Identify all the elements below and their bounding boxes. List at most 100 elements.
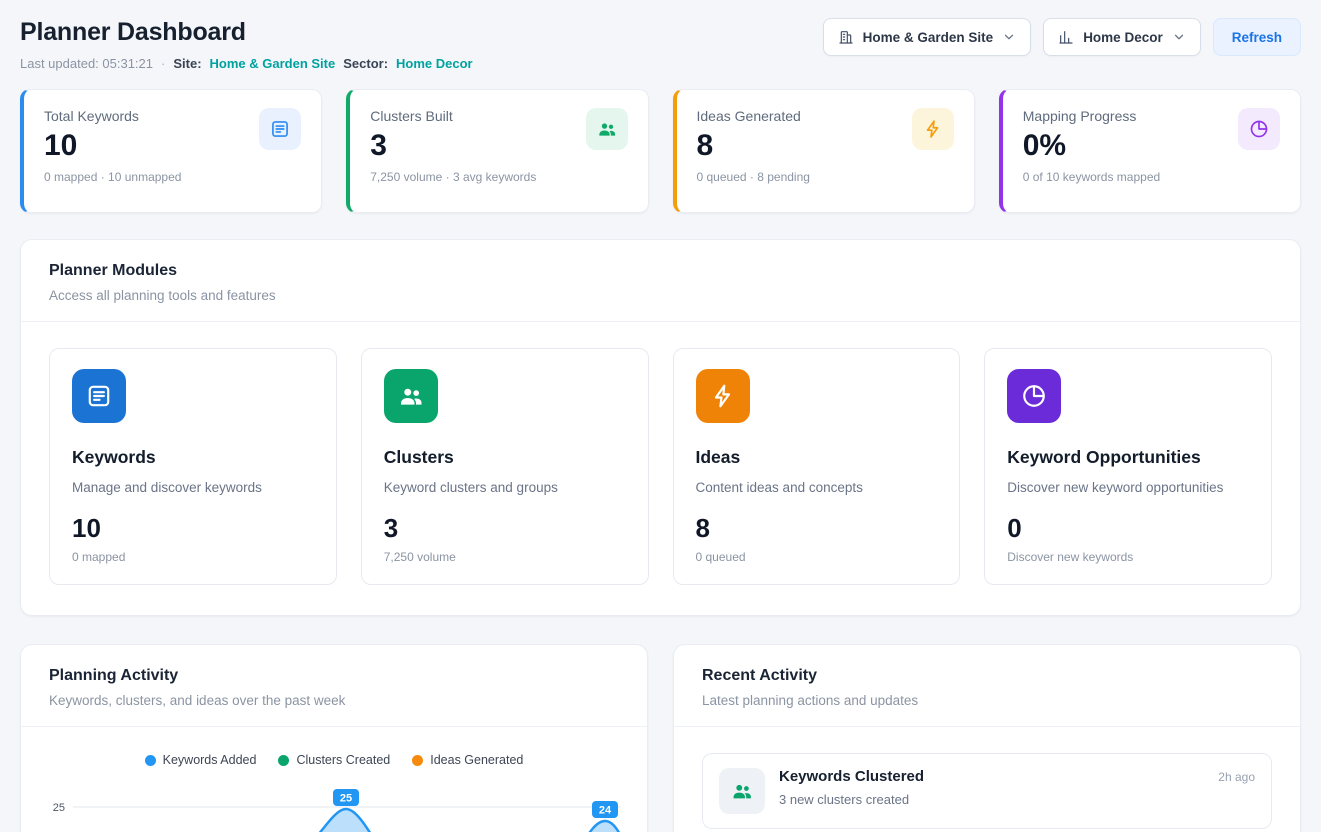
legend-dot bbox=[412, 755, 423, 766]
recent-activity-subtitle: Latest planning actions and updates bbox=[702, 693, 1272, 708]
legend-item-ideas-generated: Ideas Generated bbox=[412, 753, 523, 767]
planner-dashboard-page: Planner Dashboard Last updated: 05:31:21… bbox=[0, 0, 1321, 832]
module-title: Ideas bbox=[696, 447, 938, 468]
point-label-badge: 25 bbox=[333, 789, 359, 806]
module-value: 0 bbox=[1007, 513, 1249, 544]
planning-activity-subtitle: Keywords, clusters, and ideas over the p… bbox=[49, 693, 619, 708]
recent-item-time: 2h ago bbox=[1218, 770, 1255, 784]
sector-selector-label: Home Decor bbox=[1083, 30, 1163, 45]
legend-label: Keywords Added bbox=[163, 753, 257, 767]
recent-activity-card: Recent Activity Latest planning actions … bbox=[673, 644, 1301, 832]
recent-activity-item: Keywords Clustered 2h ago 3 new clusters… bbox=[702, 753, 1272, 829]
meta-line: Last updated: 05:31:21 · Site: Home & Ga… bbox=[20, 56, 473, 71]
sector-label: Sector: bbox=[343, 56, 388, 71]
stat-value: 8 bbox=[697, 129, 810, 163]
site-selector[interactable]: Home & Garden Site bbox=[823, 18, 1032, 56]
stat-cards-row: Total Keywords 10 0 mapped · 10 unmapped… bbox=[20, 89, 1301, 213]
module-card-ideas[interactable]: Ideas Content ideas and concepts 8 0 que… bbox=[673, 348, 961, 585]
svg-text:24: 24 bbox=[599, 805, 612, 817]
module-value: 10 bbox=[72, 513, 314, 544]
module-card-keywords[interactable]: Keywords Manage and discover keywords 10… bbox=[49, 348, 337, 585]
module-card-keyword-opportunities[interactable]: Keyword Opportunities Discover new keywo… bbox=[984, 348, 1272, 585]
document-icon bbox=[72, 369, 126, 423]
page-title: Planner Dashboard bbox=[20, 18, 473, 47]
stat-label: Clusters Built bbox=[370, 108, 536, 124]
stat-card-clusters-built: Clusters Built 3 7,250 volume · 3 avg ke… bbox=[346, 89, 648, 213]
sector-selector[interactable]: Home Decor bbox=[1043, 18, 1201, 56]
svg-text:25: 25 bbox=[340, 793, 352, 805]
group-icon bbox=[586, 108, 628, 150]
modules-title: Planner Modules bbox=[49, 262, 1272, 280]
module-card-clusters[interactable]: Clusters Keyword clusters and groups 3 7… bbox=[361, 348, 649, 585]
stat-sub: 0 mapped · 10 unmapped bbox=[44, 170, 181, 184]
module-title: Clusters bbox=[384, 447, 626, 468]
module-value: 3 bbox=[384, 513, 626, 544]
legend-dot bbox=[145, 755, 156, 766]
site-link[interactable]: Home & Garden Site bbox=[210, 56, 336, 71]
recent-item-title: Keywords Clustered bbox=[779, 768, 924, 785]
area-chart: 25 25 24 bbox=[31, 775, 623, 832]
stat-card-text: Clusters Built 3 7,250 volume · 3 avg ke… bbox=[370, 108, 536, 196]
group-icon bbox=[384, 369, 438, 423]
chevron-down-icon bbox=[1002, 30, 1016, 44]
site-selector-label: Home & Garden Site bbox=[863, 30, 994, 45]
last-updated-text: Last updated: 05:31:21 bbox=[20, 56, 153, 71]
module-description: Manage and discover keywords bbox=[72, 480, 314, 495]
y-axis-tick: 25 bbox=[53, 802, 65, 814]
planning-activity-card: Planning Activity Keywords, clusters, an… bbox=[20, 644, 648, 832]
stat-card-text: Total Keywords 10 0 mapped · 10 unmapped bbox=[44, 108, 181, 196]
stat-sub: 0 of 10 keywords mapped bbox=[1023, 170, 1160, 184]
keywords-added-area bbox=[61, 809, 623, 832]
building-icon bbox=[838, 29, 854, 45]
bar-chart-icon bbox=[1058, 29, 1074, 45]
group-icon bbox=[719, 768, 765, 814]
stat-value: 0% bbox=[1023, 129, 1160, 163]
page-header-controls: Home & Garden Site Home Decor Refresh bbox=[823, 18, 1301, 56]
modules-header: Planner Modules Access all planning tool… bbox=[21, 240, 1300, 321]
pie-chart-icon bbox=[1238, 108, 1280, 150]
bolt-icon bbox=[912, 108, 954, 150]
stat-sub: 7,250 volume · 3 avg keywords bbox=[370, 170, 536, 184]
planning-activity-chart: 25 25 24 bbox=[21, 767, 647, 832]
module-description: Content ideas and concepts bbox=[696, 480, 938, 495]
legend-label: Clusters Created bbox=[296, 753, 390, 767]
recent-activity-header: Recent Activity Latest planning actions … bbox=[674, 645, 1300, 726]
refresh-button[interactable]: Refresh bbox=[1213, 18, 1301, 56]
stat-card-mapping-progress: Mapping Progress 0% 0 of 10 keywords map… bbox=[999, 89, 1301, 213]
stat-sub: 0 queued · 8 pending bbox=[697, 170, 810, 184]
recent-activity-title: Recent Activity bbox=[702, 667, 1272, 685]
recent-activity-list: Keywords Clustered 2h ago 3 new clusters… bbox=[674, 727, 1300, 832]
module-sub: Discover new keywords bbox=[1007, 550, 1249, 564]
bottom-row: Planning Activity Keywords, clusters, an… bbox=[20, 644, 1301, 832]
meta-separator: · bbox=[161, 56, 165, 71]
legend-item-clusters-created: Clusters Created bbox=[278, 753, 390, 767]
chevron-down-icon bbox=[1172, 30, 1186, 44]
site-label: Site: bbox=[173, 56, 201, 71]
planning-activity-header: Planning Activity Keywords, clusters, an… bbox=[21, 645, 647, 726]
legend-dot bbox=[278, 755, 289, 766]
sector-link[interactable]: Home Decor bbox=[396, 56, 473, 71]
planning-activity-title: Planning Activity bbox=[49, 667, 619, 685]
modules-grid: Keywords Manage and discover keywords 10… bbox=[21, 322, 1300, 615]
legend-item-keywords-added: Keywords Added bbox=[145, 753, 257, 767]
stat-label: Ideas Generated bbox=[697, 108, 810, 124]
stat-card-text: Ideas Generated 8 0 queued · 8 pending bbox=[697, 108, 810, 196]
module-title: Keyword Opportunities bbox=[1007, 447, 1249, 468]
stat-value: 3 bbox=[370, 129, 536, 163]
page-header-left: Planner Dashboard Last updated: 05:31:21… bbox=[20, 18, 473, 71]
page-header: Planner Dashboard Last updated: 05:31:21… bbox=[20, 18, 1301, 71]
pie-chart-icon bbox=[1007, 369, 1061, 423]
module-description: Keyword clusters and groups bbox=[384, 480, 626, 495]
module-title: Keywords bbox=[72, 447, 314, 468]
stat-label: Total Keywords bbox=[44, 108, 181, 124]
stat-card-total-keywords: Total Keywords 10 0 mapped · 10 unmapped bbox=[20, 89, 322, 213]
module-sub: 7,250 volume bbox=[384, 550, 626, 564]
module-value: 8 bbox=[696, 513, 938, 544]
stat-value: 10 bbox=[44, 129, 181, 163]
module-sub: 0 queued bbox=[696, 550, 938, 564]
module-sub: 0 mapped bbox=[72, 550, 314, 564]
recent-item-body: Keywords Clustered 2h ago 3 new clusters… bbox=[779, 768, 1255, 807]
stat-card-text: Mapping Progress 0% 0 of 10 keywords map… bbox=[1023, 108, 1160, 196]
chart-legend: Keywords Added Clusters Created Ideas Ge… bbox=[21, 727, 647, 767]
stat-card-ideas-generated: Ideas Generated 8 0 queued · 8 pending bbox=[673, 89, 975, 213]
